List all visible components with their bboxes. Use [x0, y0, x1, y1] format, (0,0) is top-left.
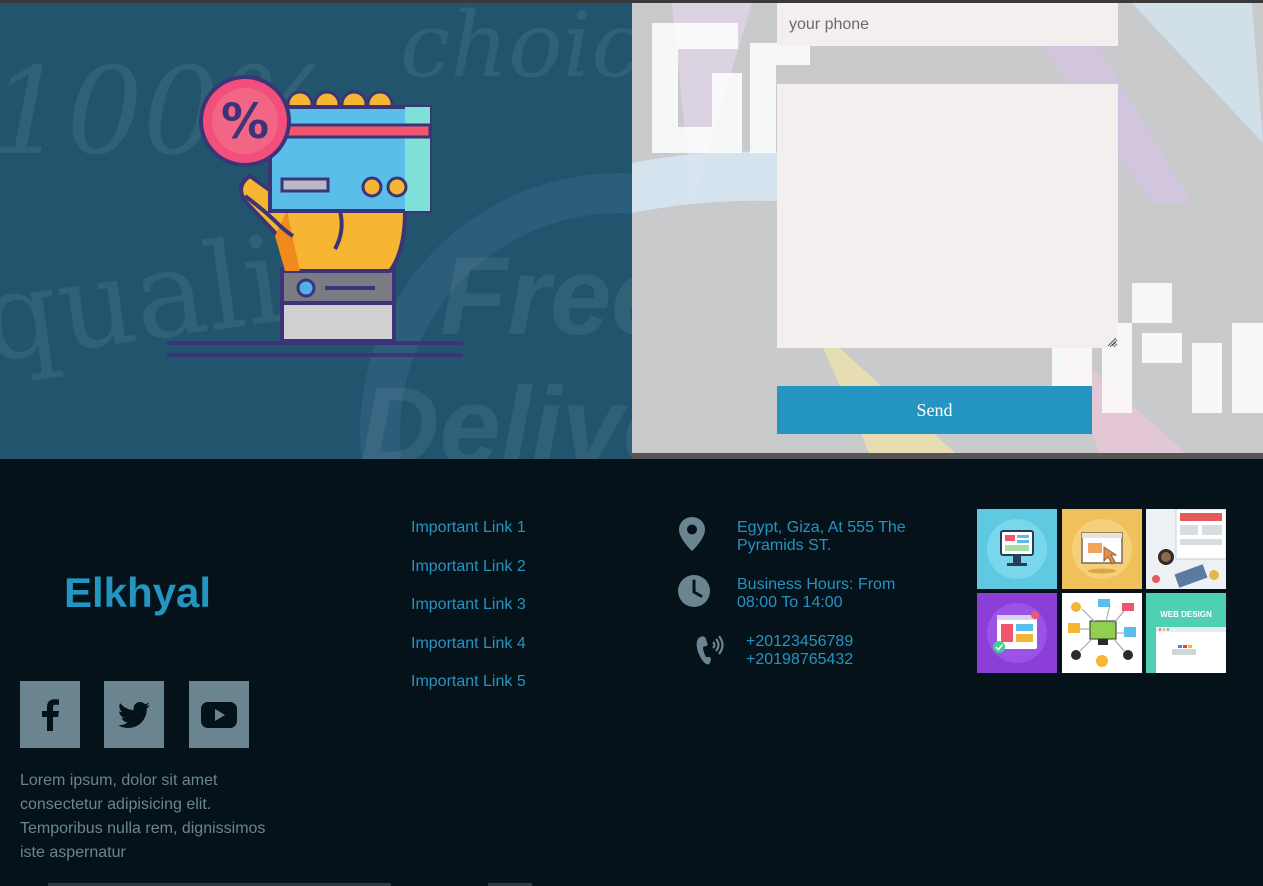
browser-cursor-illustration-icon	[1072, 519, 1132, 579]
twitter-link[interactable]	[104, 681, 164, 748]
location-pin-icon	[679, 517, 705, 551]
address-text: Egypt, Giza, At 555 The Pyramids ST.	[737, 519, 906, 554]
about-text: Lorem ipsum, dolor sit amet consectetur …	[20, 772, 266, 861]
phone-number-1[interactable]: +20123456789	[746, 633, 896, 651]
phone-volume-icon	[696, 635, 724, 665]
phone-input[interactable]	[777, 3, 1118, 46]
message-textarea[interactable]	[777, 84, 1118, 348]
site-footer: Elkhyal Lorem ipsum, dolor sit amet cons…	[0, 459, 1263, 886]
send-button[interactable]: Send	[777, 386, 1092, 434]
gallery-thumb-1[interactable]	[977, 509, 1057, 589]
payment-card-hand-illustration: %	[167, 75, 463, 357]
contact-form-panel: Send	[632, 3, 1263, 459]
important-link-3[interactable]: Important Link 3	[411, 595, 611, 634]
twitter-icon	[118, 701, 150, 728]
gallery-thumb-6[interactable]: WEB DESIGN	[1146, 593, 1226, 673]
web-layout-illustration-icon	[987, 603, 1047, 663]
important-links: Important Link 1 Important Link 2 Import…	[411, 518, 611, 711]
social-links	[20, 681, 250, 748]
svg-text:%: %	[221, 94, 269, 150]
youtube-link[interactable]	[189, 681, 249, 748]
gallery-thumb-4[interactable]	[977, 593, 1057, 673]
desk-workspace-photo-icon	[1146, 509, 1226, 589]
background-word: Free	[440, 235, 632, 358]
promo-panel: 100% choice quality Free Delivery	[0, 3, 632, 459]
gallery-thumb-3[interactable]	[1146, 509, 1226, 589]
web-elements-collage-icon	[1062, 593, 1142, 673]
gallery-thumb-5[interactable]	[1062, 593, 1142, 673]
background-word: Delivery	[360, 365, 632, 459]
youtube-icon	[201, 701, 237, 728]
important-link-1[interactable]: Important Link 1	[411, 518, 611, 557]
clock-icon	[678, 575, 710, 607]
resize-handle-icon[interactable]	[1108, 338, 1116, 346]
important-link-4[interactable]: Important Link 4	[411, 634, 611, 673]
phone-number-2[interactable]: +20198765432	[746, 651, 896, 669]
facebook-link[interactable]	[20, 681, 80, 748]
gallery-thumb-2[interactable]	[1062, 509, 1142, 589]
important-link-2[interactable]: Important Link 2	[411, 557, 611, 596]
contact-section: 100% choice quality Free Delivery	[0, 3, 1263, 459]
web-design-caption: WEB DESIGN	[1160, 610, 1212, 619]
web-design-banner-icon: WEB DESIGN	[1146, 593, 1226, 673]
monitor-illustration-icon	[987, 519, 1047, 579]
important-link-5[interactable]: Important Link 5	[411, 672, 611, 711]
facebook-icon	[42, 698, 59, 731]
hours-text: Business Hours: From 08:00 To 14:00	[737, 576, 896, 611]
phone-numbers: +20123456789 +20198765432	[746, 633, 896, 669]
brand-logo[interactable]: Elkhyal	[64, 569, 211, 617]
image-gallery: WEB DESIGN	[977, 509, 1227, 673]
